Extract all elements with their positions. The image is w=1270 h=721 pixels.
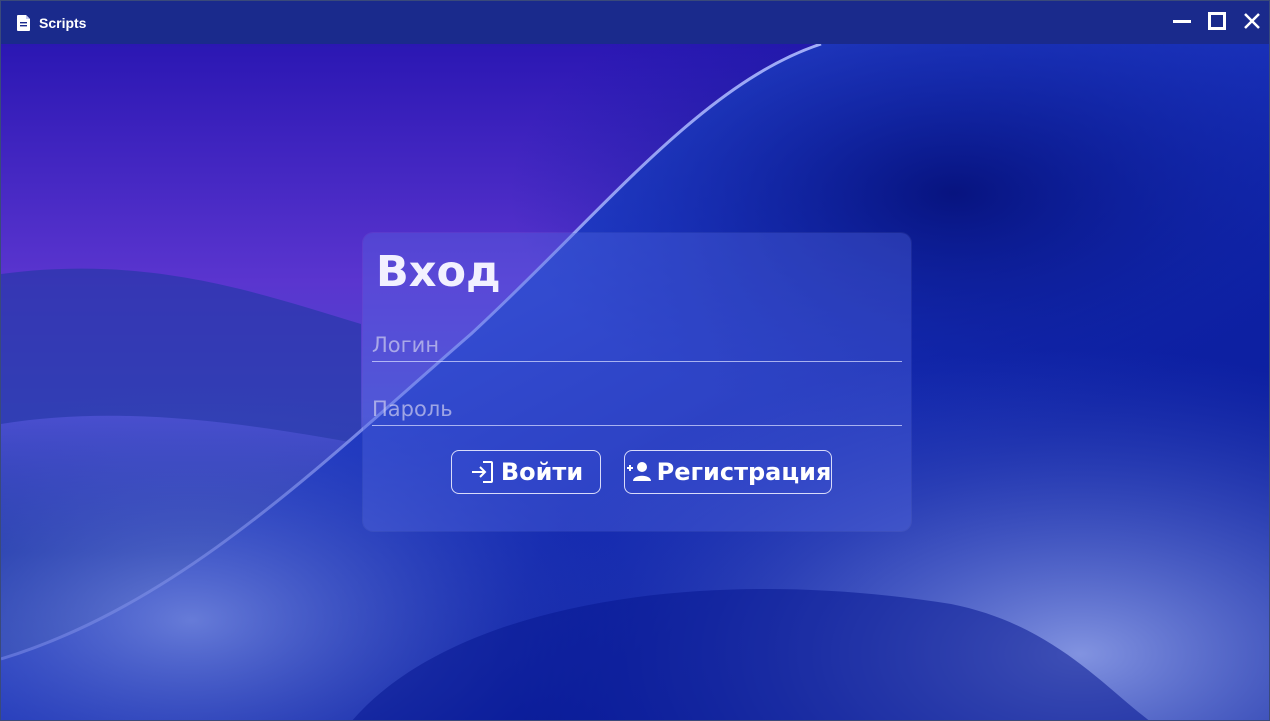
title-bar[interactable]: Scripts [1, 1, 1269, 44]
add-user-icon [625, 459, 651, 485]
register-button[interactable]: Регистрация [624, 450, 832, 494]
maximize-icon [1207, 11, 1226, 34]
maximize-button[interactable] [1199, 1, 1234, 44]
signin-label: Войти [500, 458, 584, 486]
app-window: Scripts Вход Логин Войти Регистрация [0, 0, 1270, 721]
page-title: Вход [376, 247, 501, 297]
window-title: Scripts [39, 14, 87, 31]
window-controls [1164, 1, 1269, 44]
login-input[interactable] [372, 328, 902, 362]
document-icon [17, 14, 31, 31]
sign-in-icon [469, 459, 495, 485]
minimize-icon [1172, 12, 1191, 34]
close-button[interactable] [1234, 1, 1269, 44]
password-input[interactable] [372, 392, 902, 426]
close-icon [1243, 12, 1261, 34]
signin-button[interactable]: Войти [451, 450, 601, 494]
minimize-button[interactable] [1164, 1, 1199, 44]
login-card: Вход Войти Регистрация [363, 233, 911, 531]
register-label: Регистрация [656, 458, 832, 486]
